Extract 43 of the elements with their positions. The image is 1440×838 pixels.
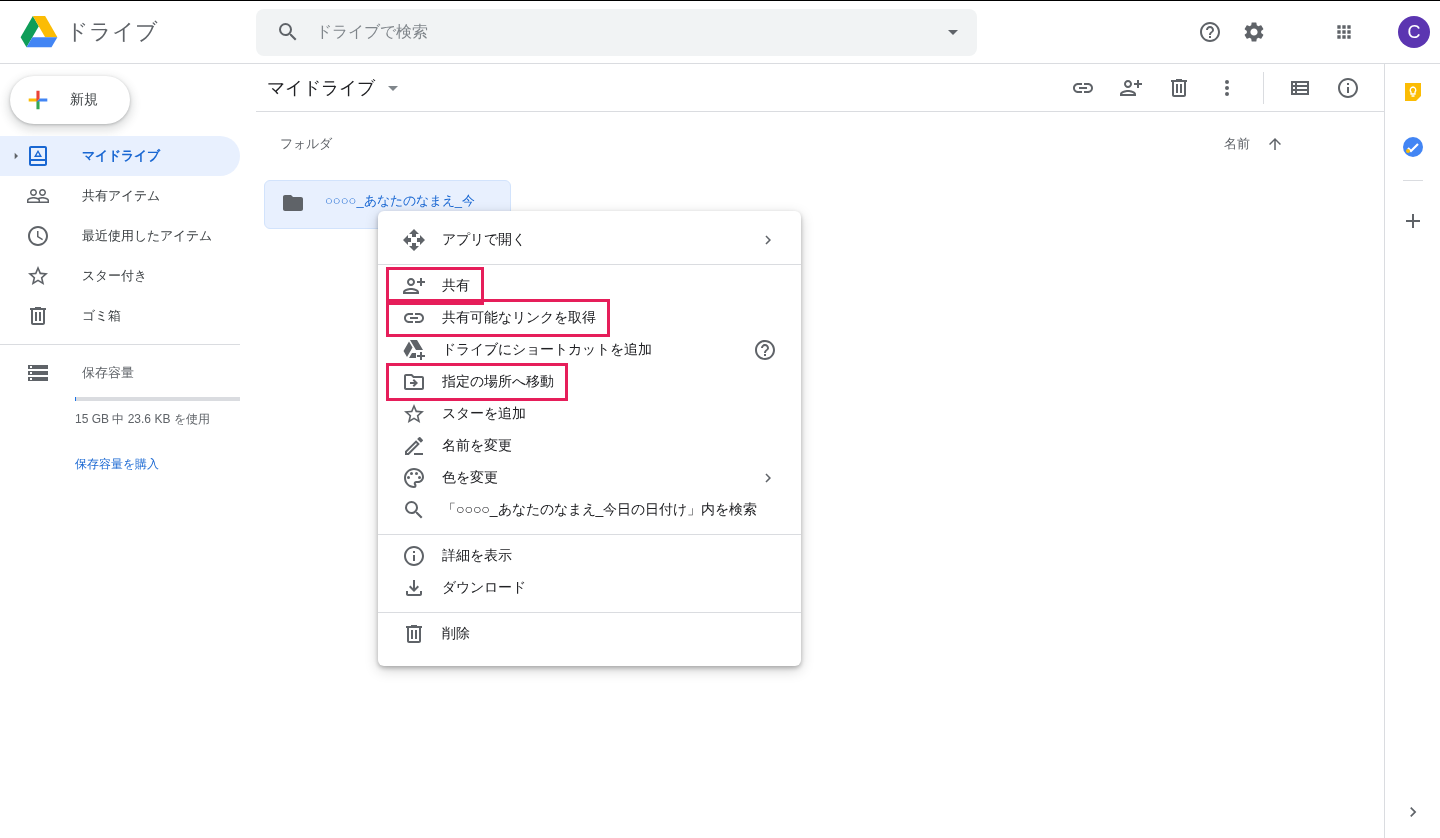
menu-item[interactable]: 共有 bbox=[378, 270, 801, 302]
sort-label[interactable]: 名前 bbox=[1224, 135, 1250, 153]
menu-item[interactable]: 「○○○○_あなたのなまえ_今日の日付け」内を検索 bbox=[378, 494, 801, 526]
open-with-icon bbox=[402, 228, 426, 252]
menu-item[interactable]: ダウンロード bbox=[378, 572, 801, 604]
menu-item[interactable]: スターを追加 bbox=[378, 398, 801, 430]
nav-item[interactable]: スター付き bbox=[0, 256, 240, 296]
nav-item[interactable]: マイドライブ bbox=[0, 136, 240, 176]
nav-item[interactable]: ゴミ箱 bbox=[0, 296, 240, 336]
info-icon bbox=[402, 544, 426, 568]
menu-item[interactable]: 削除 bbox=[378, 618, 801, 650]
search-bar[interactable]: ドライブで検索 bbox=[256, 8, 977, 56]
avatar[interactable]: C bbox=[1398, 16, 1430, 48]
my-drive-icon bbox=[26, 144, 50, 168]
drive-logo-icon[interactable] bbox=[20, 15, 58, 49]
drive-add-icon bbox=[402, 338, 426, 362]
info-icon[interactable] bbox=[1336, 75, 1360, 100]
help-icon[interactable] bbox=[1198, 20, 1222, 44]
section-label: フォルダ bbox=[280, 135, 332, 153]
storage-label: 保存容量 bbox=[82, 364, 134, 382]
search-field[interactable]: ドライブで検索 bbox=[314, 22, 927, 42]
settings-icon[interactable] bbox=[1242, 20, 1266, 44]
check-circle-icon[interactable] bbox=[1401, 136, 1424, 158]
folder-title[interactable]: マイドライブ bbox=[267, 75, 375, 100]
menu-item[interactable]: 共有可能なリンクを取得 bbox=[378, 302, 801, 334]
nav-item[interactable]: 最近使用したアイテム bbox=[0, 216, 240, 256]
menu-item[interactable]: 指定の場所へ移動 bbox=[378, 366, 801, 398]
palette-icon bbox=[402, 466, 426, 490]
menu-item[interactable]: 色を変更 bbox=[378, 462, 801, 494]
apps-grid-icon[interactable] bbox=[1334, 22, 1354, 42]
menu-item[interactable]: ドライブにショートカットを追加 bbox=[378, 334, 801, 366]
clock-icon bbox=[26, 224, 50, 248]
pencil-icon bbox=[402, 434, 426, 458]
star-icon bbox=[402, 402, 426, 426]
menu-item[interactable]: 詳細を表示 bbox=[378, 540, 801, 572]
new-button[interactable]: 新規 bbox=[10, 76, 130, 124]
app-name: ドライブ bbox=[66, 18, 158, 46]
storage-usage: 15 GB 中 23.6 KB を使用 bbox=[75, 411, 211, 428]
menu-item[interactable]: 名前を変更 bbox=[378, 430, 801, 462]
star-icon bbox=[26, 264, 50, 288]
help-icon[interactable] bbox=[753, 338, 777, 362]
buy-storage-link[interactable]: 保存容量を購入 bbox=[75, 456, 159, 473]
nav-item[interactable]: 共有アイテム bbox=[0, 176, 240, 216]
